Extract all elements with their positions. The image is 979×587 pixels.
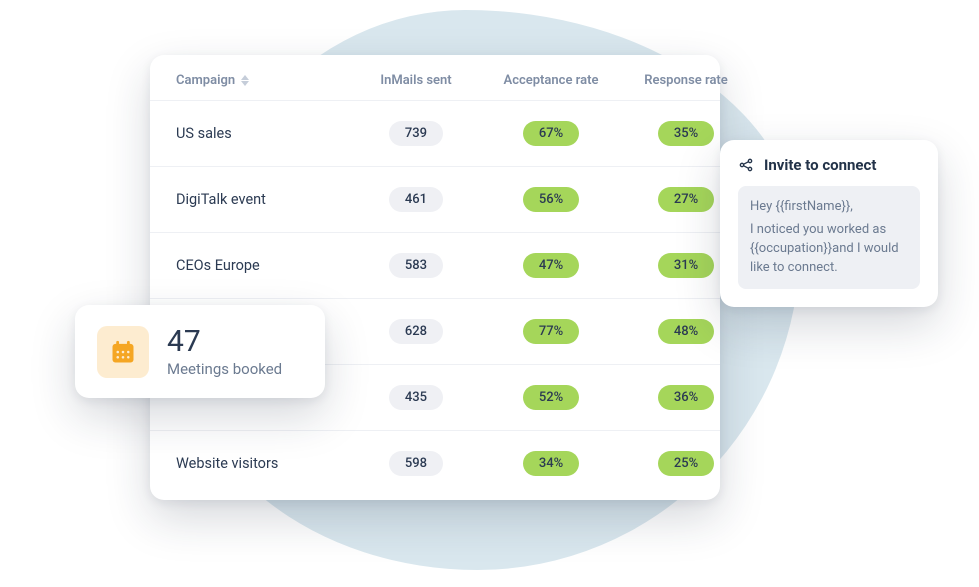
invite-message-body: Hey {{firstName}}, I noticed you worked … bbox=[738, 186, 920, 289]
response-value: 31% bbox=[658, 253, 714, 278]
column-header-acceptance[interactable]: Acceptance rate bbox=[476, 73, 626, 88]
acceptance-value: 47% bbox=[523, 253, 579, 278]
acceptance-value: 56% bbox=[523, 187, 579, 212]
response-value: 27% bbox=[658, 187, 714, 212]
table-row[interactable]: US sales 739 67% 35% bbox=[150, 100, 720, 166]
table-row[interactable]: Website visitors 598 34% 25% bbox=[150, 430, 720, 496]
calendar-icon bbox=[109, 338, 137, 366]
calendar-icon-wrap bbox=[97, 326, 149, 378]
invite-line-1: Hey {{firstName}}, bbox=[750, 198, 908, 217]
inmails-value: 583 bbox=[389, 253, 443, 278]
response-value: 36% bbox=[658, 385, 714, 410]
share-icon bbox=[738, 157, 754, 173]
inmails-value: 461 bbox=[389, 187, 443, 212]
acceptance-value: 34% bbox=[523, 451, 579, 476]
meetings-booked-card: 47 Meetings booked bbox=[75, 305, 325, 398]
sort-icon[interactable] bbox=[241, 75, 249, 86]
meetings-text: 47 Meetings booked bbox=[167, 325, 282, 378]
column-header-acceptance-label: Acceptance rate bbox=[504, 73, 599, 88]
inmails-value: 435 bbox=[389, 385, 443, 410]
column-header-response-label: Response rate bbox=[644, 73, 728, 88]
column-header-response[interactable]: Response rate bbox=[626, 73, 746, 88]
column-header-inmails-label: InMails sent bbox=[380, 73, 451, 88]
campaign-name: Website visitors bbox=[176, 455, 356, 472]
meetings-label: Meetings booked bbox=[167, 360, 282, 378]
invite-header: Invite to connect bbox=[738, 156, 920, 174]
inmails-value: 739 bbox=[389, 121, 443, 146]
meetings-count: 47 bbox=[167, 325, 282, 358]
response-value: 48% bbox=[658, 319, 714, 344]
acceptance-value: 67% bbox=[523, 121, 579, 146]
campaign-name: CEOs Europe bbox=[176, 257, 356, 274]
response-value: 35% bbox=[658, 121, 714, 146]
acceptance-value: 52% bbox=[523, 385, 579, 410]
response-value: 25% bbox=[658, 451, 714, 476]
campaign-name: US sales bbox=[176, 125, 356, 142]
table-body: US sales 739 67% 35% DigiTalk event 461 … bbox=[150, 100, 720, 496]
table-header-row: Campaign InMails sent Acceptance rate Re… bbox=[150, 73, 720, 100]
invite-to-connect-card: Invite to connect Hey {{firstName}}, I n… bbox=[720, 140, 938, 307]
inmails-value: 598 bbox=[389, 451, 443, 476]
column-header-inmails[interactable]: InMails sent bbox=[356, 73, 476, 88]
table-row[interactable]: DigiTalk event 461 56% 27% bbox=[150, 166, 720, 232]
invite-title: Invite to connect bbox=[764, 156, 876, 174]
campaigns-table-card: Campaign InMails sent Acceptance rate Re… bbox=[150, 55, 720, 500]
campaign-name: DigiTalk event bbox=[176, 191, 356, 208]
inmails-value: 628 bbox=[389, 319, 443, 344]
column-header-campaign-label: Campaign bbox=[176, 73, 235, 88]
column-header-campaign[interactable]: Campaign bbox=[176, 73, 356, 88]
acceptance-value: 77% bbox=[523, 319, 579, 344]
invite-line-2: I noticed you worked as {{occupation}}an… bbox=[750, 221, 908, 278]
table-row[interactable]: CEOs Europe 583 47% 31% bbox=[150, 232, 720, 298]
